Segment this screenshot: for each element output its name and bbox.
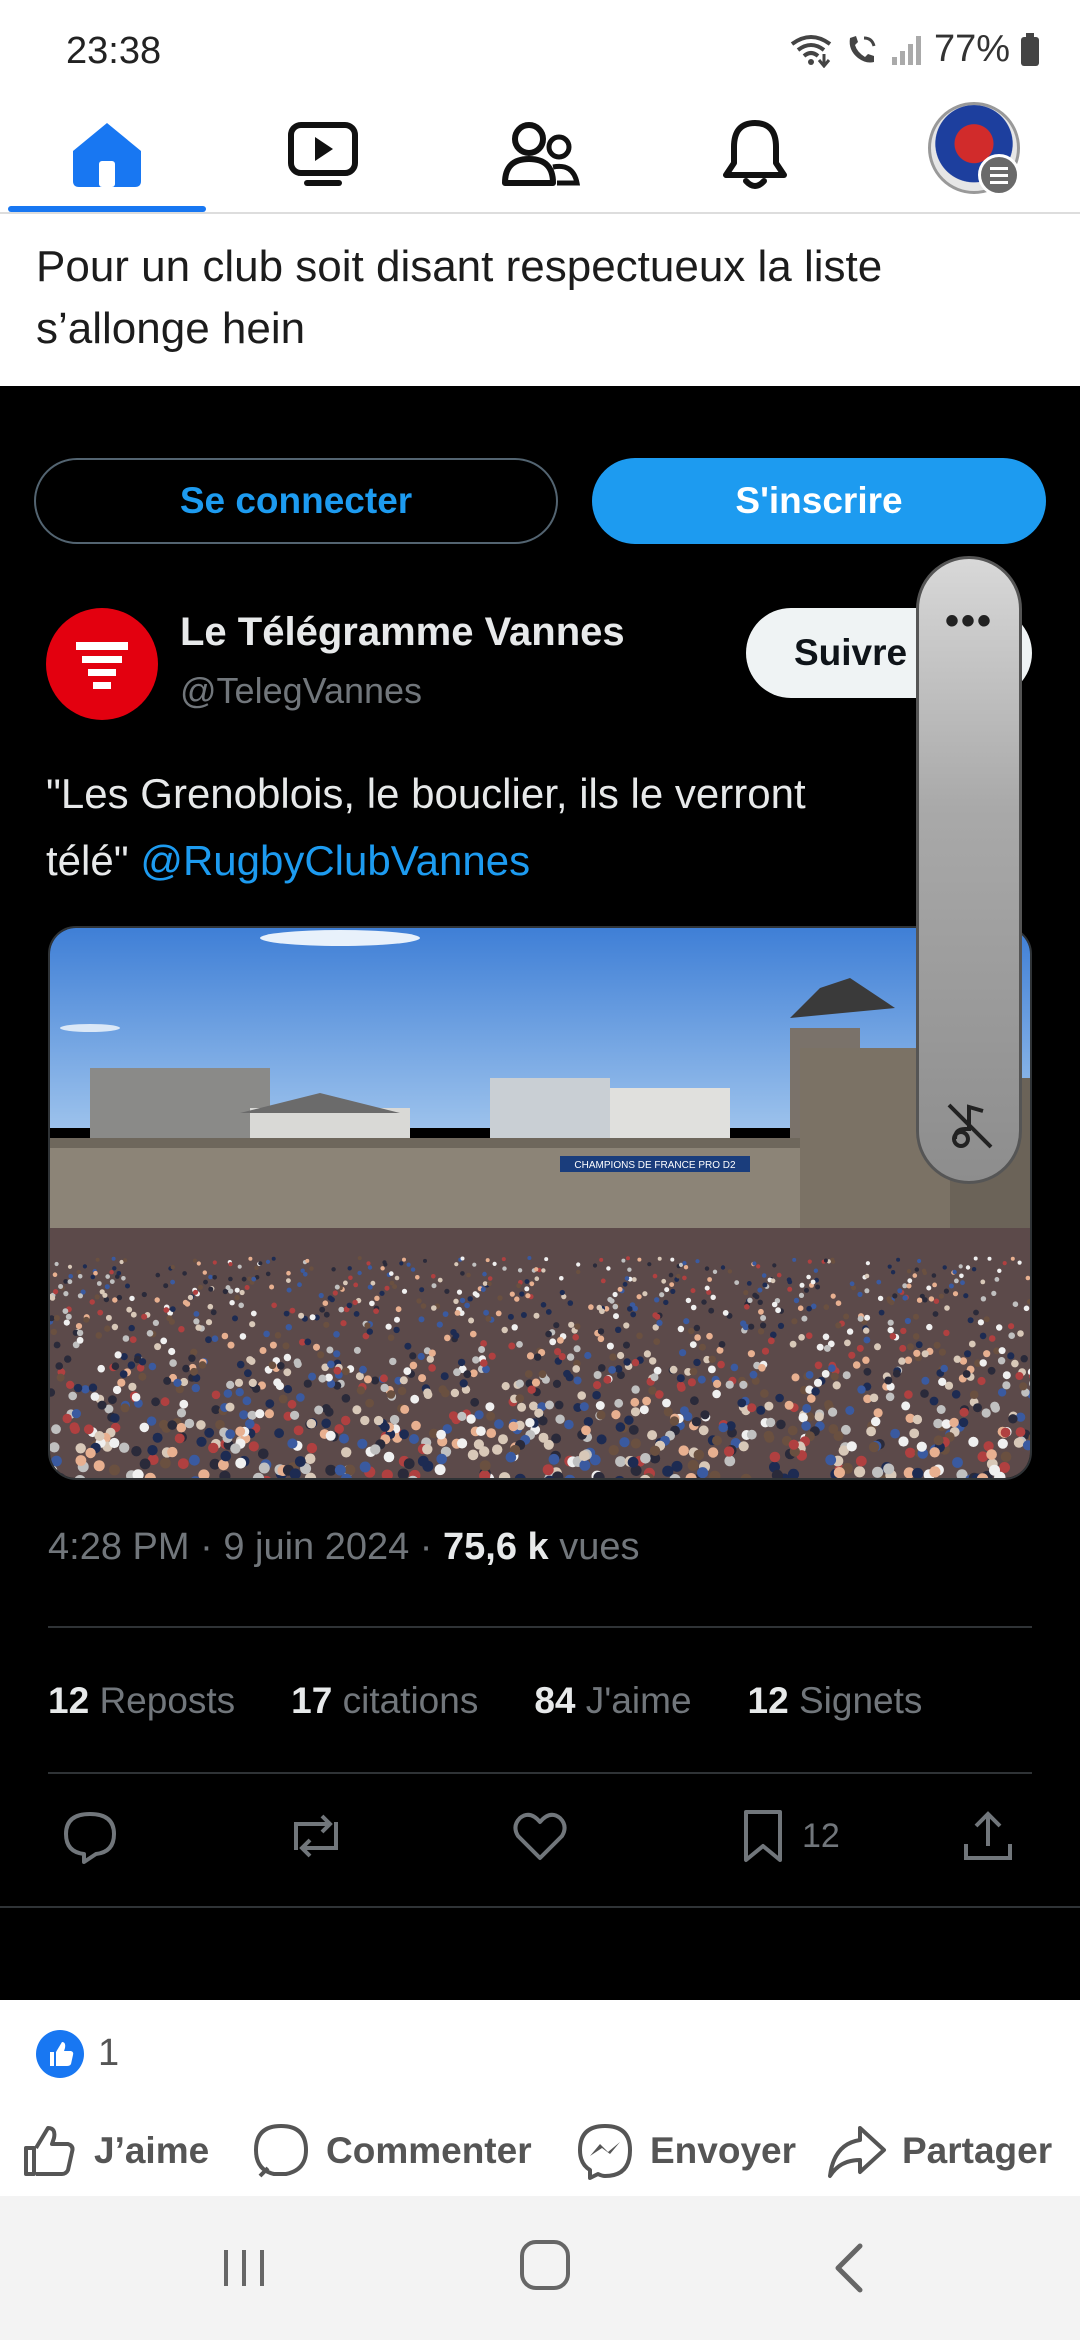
stat-label: Reposts	[99, 1680, 236, 1721]
video-icon	[288, 122, 358, 186]
bookmark-button: 12	[738, 1796, 840, 1876]
thumbs-up-icon	[24, 2126, 75, 2176]
system-navigation-bar	[0, 2196, 1080, 2340]
repost-icon	[284, 1796, 348, 1876]
tweet-text-line2: télé"	[46, 837, 129, 884]
more-options-icon[interactable]: •••	[919, 599, 1019, 644]
banner-text: CHAMPIONS DE FRANCE PRO D2	[574, 1160, 736, 1171]
home-icon	[73, 123, 141, 187]
stat-count: 12	[747, 1680, 789, 1721]
nav-video[interactable]	[248, 104, 398, 204]
reaction-count: 1	[98, 2032, 120, 2074]
author-name: Le Télégramme Vannes	[180, 610, 625, 654]
signal-icon	[891, 35, 921, 65]
comment-button[interactable]: Commenter	[250, 2120, 532, 2182]
like-label: J’aime	[94, 2130, 210, 2171]
share-arrow-icon	[828, 2126, 886, 2178]
divider	[48, 1772, 1032, 1774]
menu-icon[interactable]	[978, 154, 1020, 196]
status-bar: 23:38 77%	[0, 0, 1080, 96]
send-button[interactable]: Envoyer	[574, 2120, 796, 2182]
stat-quotes: 17 citations	[291, 1680, 478, 1722]
status-icons: 77%	[788, 28, 1040, 71]
author-handle: @TelegVannes	[180, 670, 423, 711]
battery-icon	[1021, 32, 1039, 66]
bookmark-count: 12	[802, 1816, 840, 1855]
stat-count: 12	[48, 1680, 90, 1721]
tweet-text-line1: "Les Grenoblois, le bouclier, ils le ver…	[46, 770, 806, 817]
bookmark-icon	[744, 1810, 782, 1862]
share-button[interactable]: Partager	[826, 2120, 1052, 2182]
post-action-bar: J’aime Commenter Envoyer Partager	[0, 2110, 1080, 2192]
comment-label: Commenter	[326, 2130, 532, 2171]
tweet-text: "Les Grenoblois, le bouclier, ils le ver…	[46, 760, 1046, 894]
nav-notifications[interactable]	[680, 104, 830, 204]
bell-icon	[723, 120, 787, 189]
nav-home[interactable]	[32, 104, 182, 204]
messenger-icon	[578, 2124, 632, 2180]
back-icon[interactable]	[820, 2238, 880, 2298]
tweet-action-bar: 12	[48, 1796, 1032, 1876]
share-label: Partager	[902, 2130, 1053, 2171]
wifi-call-icon	[790, 34, 832, 68]
tweet-time: 4:28 PM	[48, 1526, 190, 1568]
like-reaction-icon	[36, 2030, 84, 2078]
friends-icon	[502, 122, 581, 186]
reactions-summary[interactable]: 1	[0, 2000, 1080, 2110]
login-button: Se connecter	[34, 458, 558, 544]
tweet-media-image: CHAMPIONS DE FRANCE PRO D2	[48, 926, 1032, 1480]
like-icon	[510, 1796, 570, 1876]
tweet-views-count: 75,6 k	[443, 1526, 549, 1568]
telegramme-logo	[46, 608, 158, 720]
active-tab-indicator	[8, 206, 206, 212]
follow-label: Suivre	[794, 632, 908, 673]
tweet-date: 9 juin 2024	[223, 1526, 410, 1568]
tweet-meta: 4:28 PM · 9 juin 2024 · 75,6 k vues	[48, 1526, 640, 1568]
divider	[48, 1626, 1032, 1628]
mute-off-icon[interactable]	[943, 1099, 997, 1153]
like-button[interactable]: J’aime	[18, 2120, 209, 2182]
divider	[0, 1906, 1080, 1908]
send-label: Envoyer	[650, 2130, 797, 2171]
signup-button: S'inscrire	[592, 458, 1046, 544]
stat-label: J'aime	[585, 1680, 692, 1721]
recent-apps-icon[interactable]	[214, 2238, 274, 2298]
floating-media-control[interactable]: •••	[916, 556, 1022, 1184]
share-icon	[960, 1796, 1016, 1876]
facebook-top-nav	[0, 96, 1080, 214]
stat-reposts: 12 Reposts	[48, 1680, 235, 1722]
nav-friends[interactable]	[466, 104, 616, 204]
tweet-mention: @RugbyClubVannes	[140, 837, 531, 884]
tweet-stats: 12 Reposts 17 citations 84 J'aime 12 Sig…	[48, 1680, 1032, 1722]
reply-icon	[60, 1796, 120, 1876]
stat-label: citations	[342, 1680, 479, 1721]
wifi-calling-phone-icon	[849, 35, 876, 62]
stat-count: 17	[291, 1680, 333, 1721]
home-button-icon[interactable]	[516, 2236, 574, 2294]
post-text: Pour un club soit disant respectueux la …	[36, 242, 883, 353]
status-time: 23:38	[66, 30, 162, 72]
stat-likes: 84 J'aime	[534, 1680, 691, 1722]
comment-icon	[254, 2124, 308, 2178]
stat-count: 84	[534, 1680, 576, 1721]
battery-percent: 77%	[933, 28, 1010, 70]
stat-label: Signets	[798, 1680, 923, 1721]
stat-bookmarks: 12 Signets	[748, 1680, 923, 1722]
tweet-views-label: vues	[559, 1526, 640, 1568]
